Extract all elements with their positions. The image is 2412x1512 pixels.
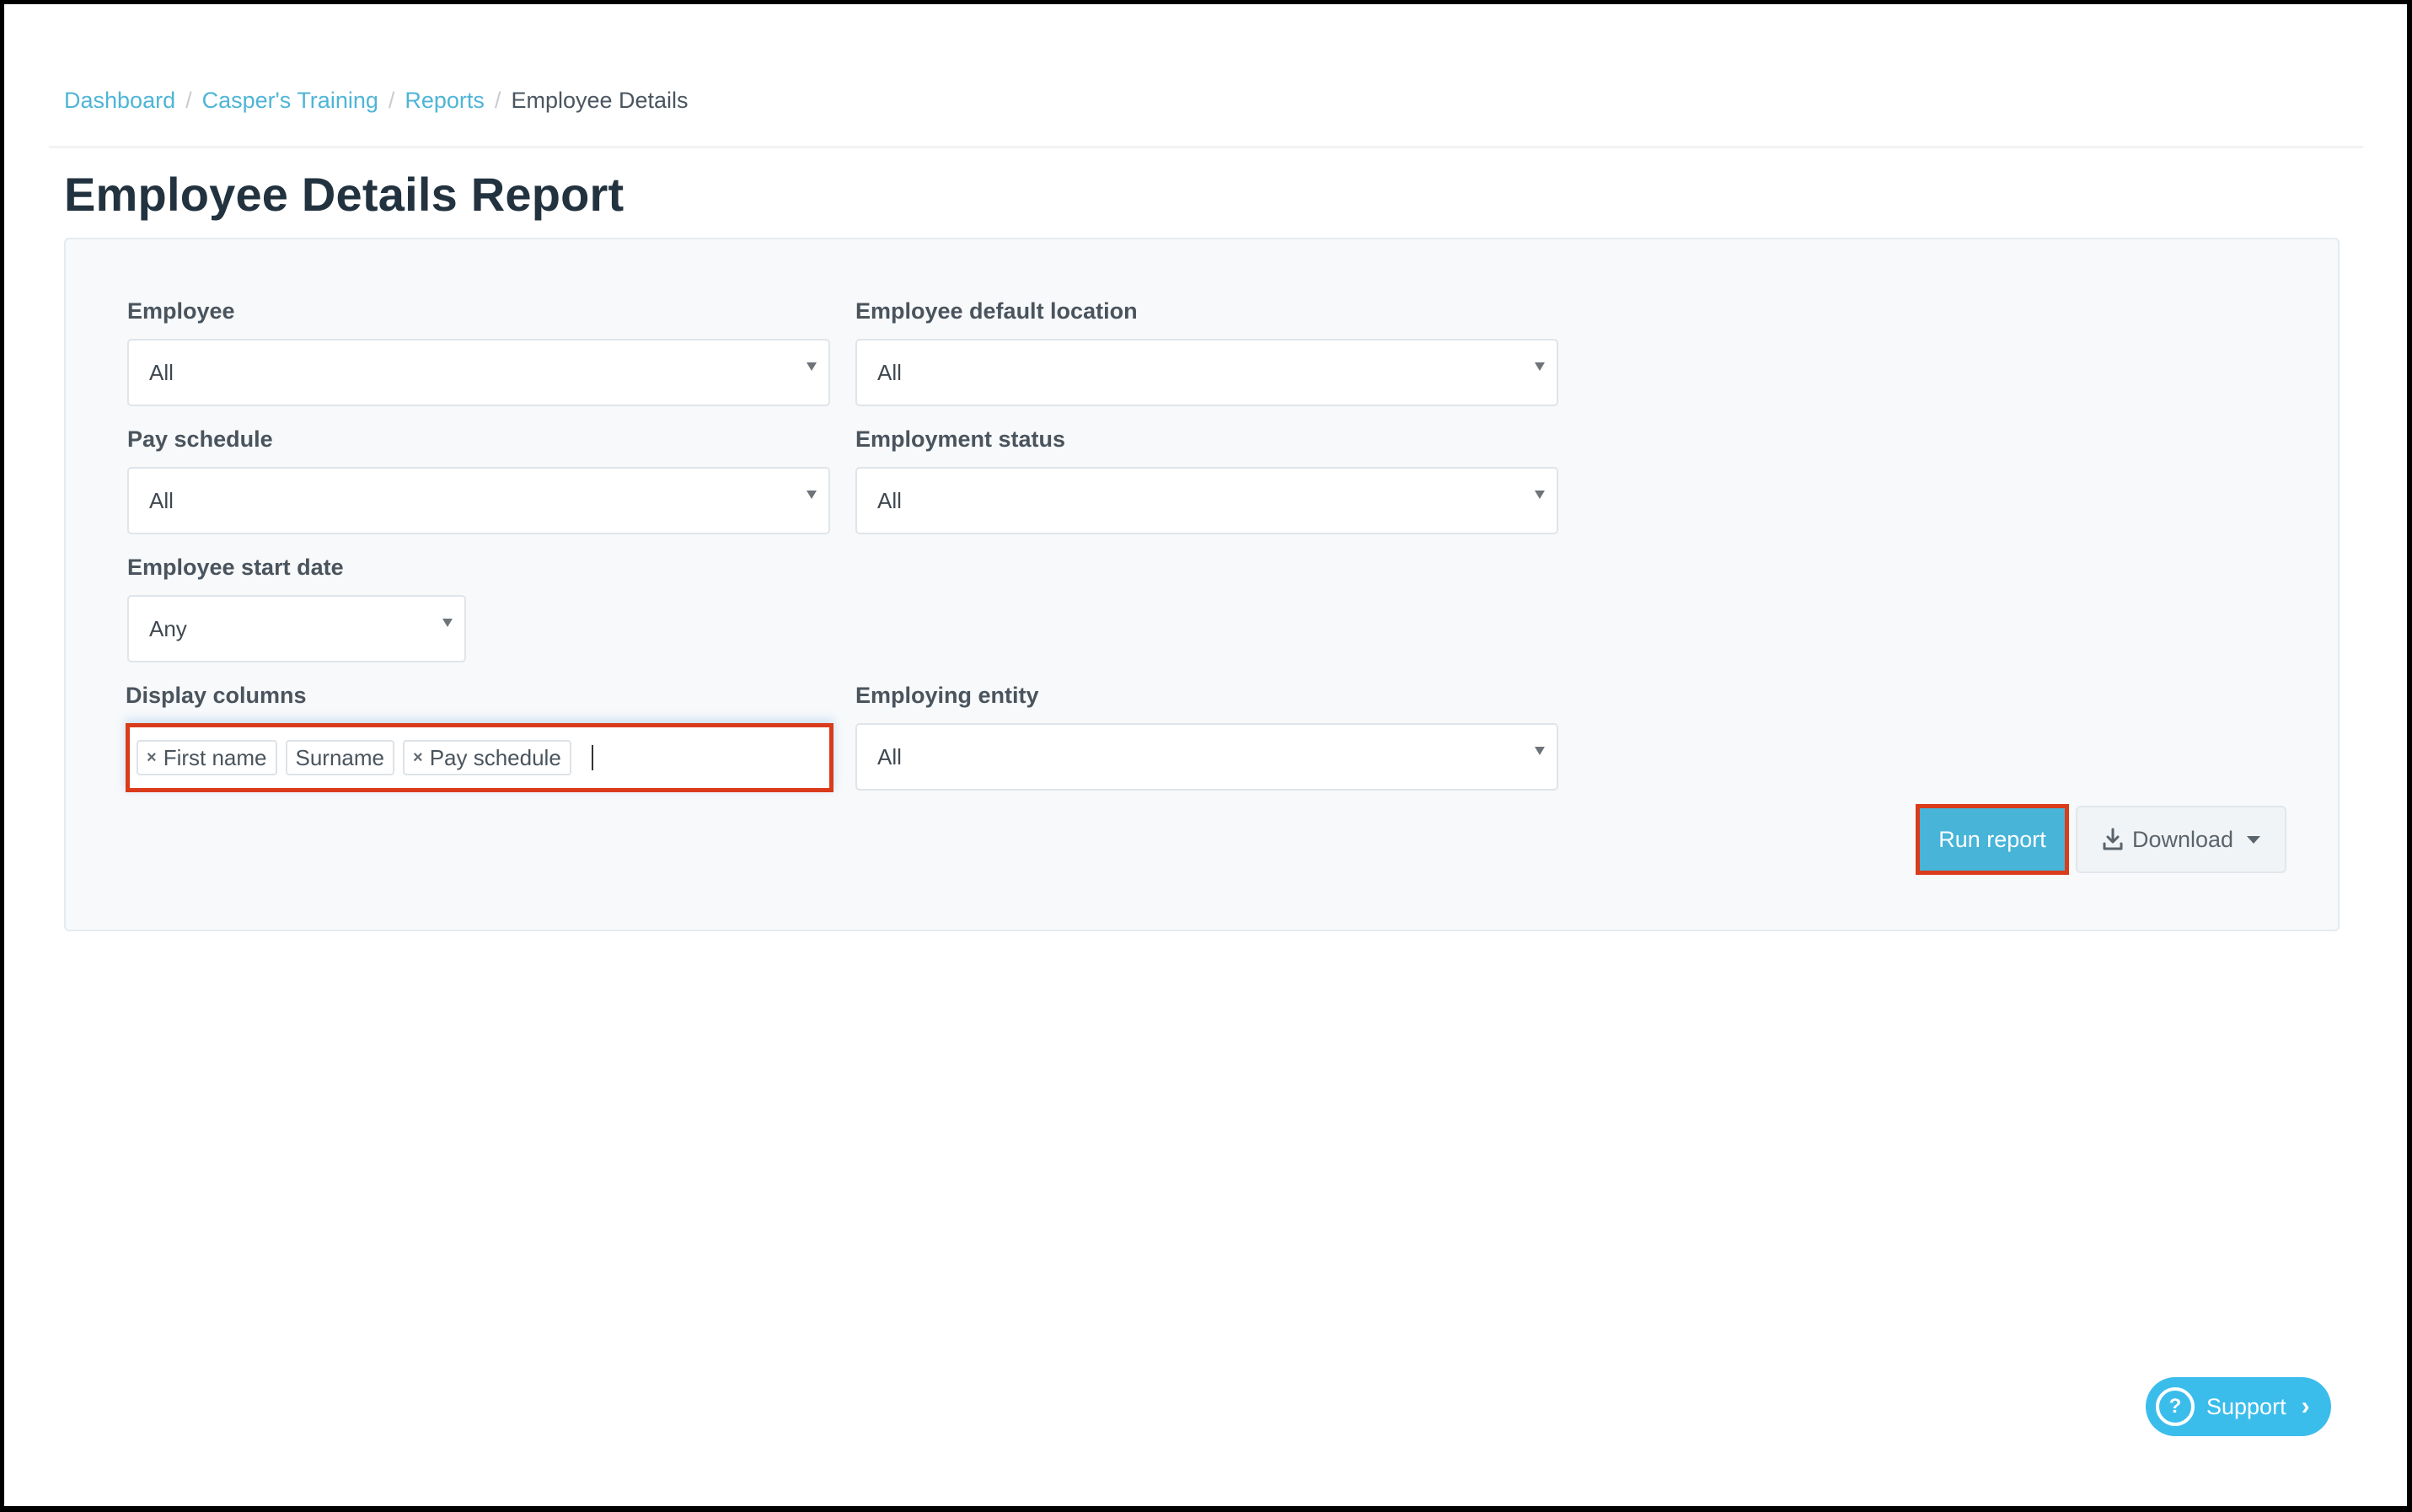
employee-select[interactable]: All <box>127 339 830 406</box>
breadcrumb-separator: / <box>494 88 501 113</box>
caret-down-icon <box>807 362 817 371</box>
support-label: Support <box>2206 1393 2286 1419</box>
display-columns-field: Display columns × First name Surname × P… <box>126 681 833 792</box>
employment-status-label: Employment status <box>855 426 1066 452</box>
run-report-button[interactable]: Run report <box>1916 804 2069 875</box>
employment-status-select-value: All <box>877 487 902 513</box>
support-button[interactable]: ? Support › <box>2146 1377 2331 1436</box>
header-divider <box>49 146 2363 148</box>
default-location-select[interactable]: All <box>855 339 1558 406</box>
remove-tag-icon[interactable]: × <box>413 748 423 768</box>
pay-schedule-select-value: All <box>149 487 174 513</box>
employing-entity-field: Employing entity All <box>855 681 1558 791</box>
employment-status-select[interactable]: All <box>855 467 1558 534</box>
page-title: Employee Details Report <box>64 168 624 221</box>
display-columns-input[interactable]: × First name Surname × Pay schedule <box>126 723 833 792</box>
employee-select-value: All <box>149 359 174 385</box>
breadcrumb-current: Employee Details <box>511 88 689 113</box>
column-tag-pay-schedule: × Pay schedule <box>403 740 571 775</box>
breadcrumb-reports[interactable]: Reports <box>405 85 485 115</box>
caret-down-icon <box>442 619 453 627</box>
report-filters-panel: Employee All Employee default location A… <box>64 238 2340 931</box>
start-date-select[interactable]: Any <box>127 595 466 662</box>
caret-down-icon <box>1535 747 1545 755</box>
pay-schedule-label: Pay schedule <box>127 426 273 452</box>
default-location-field: Employee default location All <box>855 297 1558 406</box>
column-tag-surname: Surname <box>285 740 394 775</box>
column-tag-first-name: × First name <box>137 740 277 775</box>
tag-label: First name <box>163 744 267 770</box>
download-icon <box>2103 828 2123 850</box>
caret-down-icon <box>1535 491 1545 499</box>
breadcrumb-separator: / <box>185 88 192 113</box>
caret-down-icon <box>2247 835 2261 844</box>
default-location-label: Employee default location <box>855 298 1138 324</box>
default-location-select-value: All <box>877 359 902 385</box>
employee-field: Employee All <box>127 297 830 406</box>
breadcrumb-dashboard[interactable]: Dashboard <box>64 85 175 115</box>
chevron-right-icon: › <box>2301 1392 2310 1420</box>
breadcrumb-separator: / <box>388 88 395 113</box>
tag-label: Surname <box>295 744 385 770</box>
employing-entity-label: Employing entity <box>855 683 1039 708</box>
breadcrumb-caspers-training[interactable]: Casper's Training <box>202 85 378 115</box>
pay-schedule-select[interactable]: All <box>127 467 830 534</box>
question-circle-icon: ? <box>2156 1387 2195 1426</box>
breadcrumb: Dashboard / Casper's Training / Reports … <box>64 85 689 115</box>
caret-down-icon <box>1535 362 1545 371</box>
app-window: Dashboard / Casper's Training / Reports … <box>4 4 2407 1506</box>
remove-tag-icon[interactable]: × <box>147 748 157 768</box>
pay-schedule-field: Pay schedule All <box>127 425 830 534</box>
employing-entity-select[interactable]: All <box>855 723 1558 791</box>
caret-down-icon <box>807 491 817 499</box>
start-date-select-value: Any <box>149 615 187 641</box>
employment-status-field: Employment status All <box>855 425 1558 534</box>
text-cursor <box>591 745 593 770</box>
employing-entity-select-value: All <box>877 743 902 769</box>
display-columns-label: Display columns <box>126 683 307 708</box>
download-button[interactable]: Download <box>2076 806 2286 873</box>
start-date-label: Employee start date <box>127 555 344 580</box>
employee-label: Employee <box>127 298 235 324</box>
tag-label: Pay schedule <box>429 744 561 770</box>
download-label: Download <box>2131 826 2234 852</box>
start-date-field: Employee start date Any <box>127 553 466 662</box>
